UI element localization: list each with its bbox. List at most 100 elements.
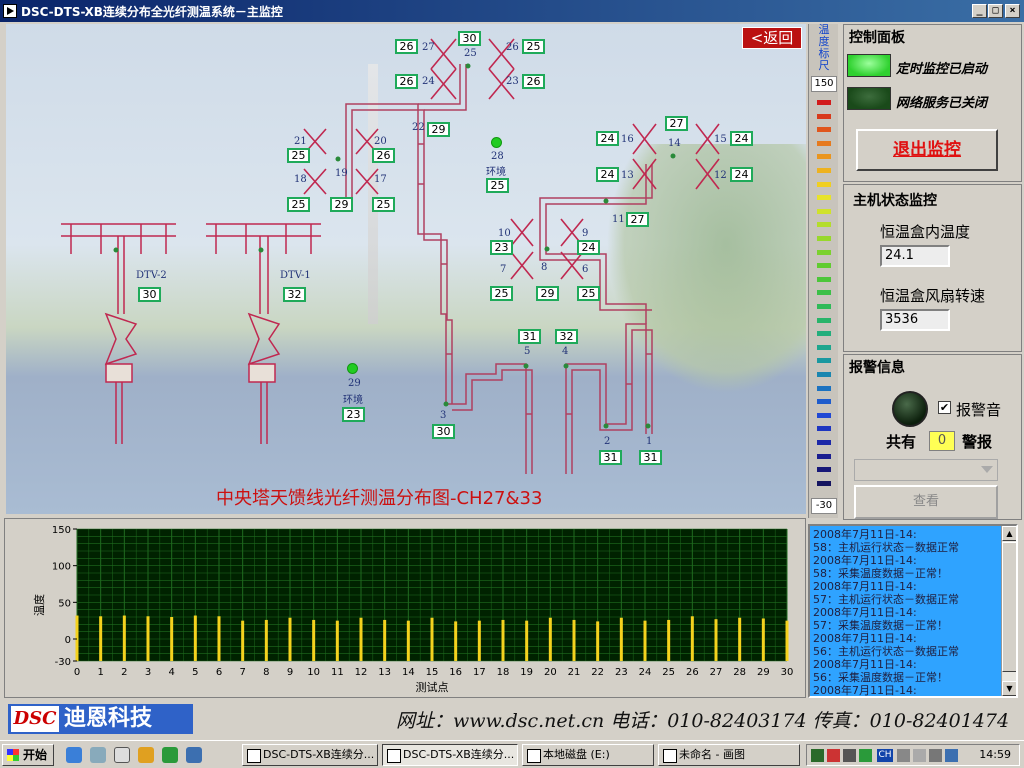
sensor-8-value[interactable]: 29	[536, 286, 559, 301]
node-label-19: 19	[335, 168, 348, 179]
sensor-5-value[interactable]: 31	[518, 329, 541, 344]
app-icon	[3, 4, 17, 18]
chart-bar	[572, 619, 576, 661]
env-label-29: 环境	[343, 395, 363, 406]
scale-color-2	[817, 127, 831, 133]
outlook-icon[interactable]	[90, 747, 106, 763]
chart-bar	[312, 619, 316, 661]
sensor-19-value[interactable]: 29	[330, 197, 353, 212]
desktop-icon[interactable]	[114, 747, 130, 763]
alarm-sound-checkbox[interactable]: ✔	[938, 401, 951, 414]
chart-x-tick-label: 23	[615, 667, 628, 678]
node-label-21: 21	[294, 136, 307, 147]
node-label-20: 20	[374, 136, 387, 147]
security-shortcut-icon[interactable]	[186, 747, 202, 763]
start-button[interactable]: 开始	[2, 744, 54, 766]
task-dts-1[interactable]: DSC-DTS-XB连续分...	[242, 744, 378, 766]
app-shortcut-icon[interactable]	[138, 747, 154, 763]
event-log[interactable]: 2008年7月11日-14: 58：主机运行状态－数据正常 2008年7月11日-1…	[808, 524, 1018, 698]
chart-y-tick-label: 100	[52, 562, 71, 573]
tray-monitor-icon[interactable]	[929, 749, 942, 762]
sensor-3-value[interactable]: 30	[432, 424, 455, 439]
tray-network-icon[interactable]	[811, 749, 824, 762]
chart-x-tick-label: 8	[263, 667, 269, 678]
sensor-9-value[interactable]: 24	[577, 240, 600, 255]
sensor-16-value[interactable]: 24	[596, 131, 619, 146]
scale-color-6	[817, 181, 831, 187]
ie-icon[interactable]	[66, 747, 82, 763]
close-button[interactable]: ×	[1005, 4, 1020, 18]
sensor-23-value[interactable]: 26	[522, 74, 545, 89]
sensor-27-value[interactable]: 26	[395, 39, 418, 54]
log-line: 58：采集温度数据－正常！	[813, 567, 948, 580]
log-line: 2008年7月11日-14:	[813, 528, 917, 541]
sensor-29-value[interactable]: 23	[342, 407, 365, 422]
sensor-14-value[interactable]: 27	[665, 116, 688, 131]
sensor-7-value[interactable]: 25	[490, 286, 513, 301]
sensor-22-value[interactable]: 29	[427, 122, 450, 137]
sensor-11-value[interactable]: 27	[626, 212, 649, 227]
tray-alert-icon[interactable]	[827, 749, 840, 762]
scroll-thumb[interactable]	[1002, 542, 1016, 672]
tray-keyboard-icon[interactable]	[897, 749, 910, 762]
tray-green-icon[interactable]	[859, 749, 872, 762]
chart-bar	[288, 617, 292, 661]
tray-volume-icon[interactable]	[913, 749, 926, 762]
chart-y-label: 温度	[32, 594, 46, 616]
chart-x-tick-label: 30	[781, 667, 794, 678]
view-alarm-button[interactable]: 查看	[854, 485, 998, 519]
sensor-13-value[interactable]: 24	[596, 167, 619, 182]
scale-color-16	[817, 317, 831, 323]
tray-device-icon[interactable]	[843, 749, 856, 762]
chart-bar	[454, 621, 458, 661]
network-shortcut-icon[interactable]	[162, 747, 178, 763]
node-label-28: 28	[491, 151, 504, 162]
title-bar[interactable]: DSC-DTS-XB连续分布全光纤测温系统－主监控 _ □ ×	[0, 0, 1024, 22]
sensor-6-value[interactable]: 25	[577, 286, 600, 301]
chart-x-tick-label: 29	[757, 667, 770, 678]
node-label-1: 1	[646, 436, 653, 447]
sensor-17-value[interactable]: 25	[372, 197, 395, 212]
sensor-20-value[interactable]: 26	[372, 148, 395, 163]
back-button[interactable]: <返回	[742, 27, 802, 49]
alarm-select[interactable]	[854, 459, 998, 481]
chart-bar	[430, 617, 434, 661]
node-label-3: 3	[440, 410, 447, 421]
chart-x-tick-label: 21	[568, 667, 581, 678]
exit-monitor-button[interactable]: 退出监控	[856, 129, 998, 171]
sensor-2-value[interactable]: 31	[599, 450, 622, 465]
chart-bar	[738, 617, 742, 661]
sensor-26-value[interactable]: 25	[522, 39, 545, 54]
sensor-18-value[interactable]: 25	[287, 197, 310, 212]
scroll-down-icon[interactable]: ▼	[1002, 681, 1016, 696]
task-local-disk[interactable]: 本地磁盘 (E:)	[522, 744, 654, 766]
node-label-14: 14	[668, 138, 681, 149]
task-dts-2[interactable]: DSC-DTS-XB连续分...	[382, 744, 518, 766]
sensor-28-value[interactable]: 25	[486, 178, 509, 193]
task-paint[interactable]: 未命名 - 画图	[658, 744, 800, 766]
minimize-button[interactable]: _	[972, 4, 987, 18]
scroll-up-icon[interactable]: ▲	[1002, 526, 1016, 541]
chart-bar	[525, 620, 529, 661]
sensor-21-value[interactable]: 25	[287, 148, 310, 163]
sensor-4-value[interactable]: 32	[555, 329, 578, 344]
tray-lang-icon[interactable]: CH	[877, 749, 893, 762]
sensor-10-value[interactable]: 23	[490, 240, 513, 255]
alarm-count-suffix: 警报	[962, 433, 993, 451]
tray-shield-icon[interactable]	[945, 749, 958, 762]
fan-speed-label: 恒温盒风扇转速	[880, 287, 986, 305]
log-line: 2008年7月11日-14:	[813, 658, 917, 671]
chart-x-tick-label: 7	[239, 667, 245, 678]
chart-x-tick-label: 9	[287, 667, 293, 678]
maximize-button[interactable]: □	[988, 4, 1003, 18]
taskbar-clock: 14:59	[979, 748, 1011, 761]
sensor-15-value[interactable]: 24	[730, 131, 753, 146]
sensor-1-value[interactable]: 31	[639, 450, 662, 465]
sensor-dtv1-value[interactable]: 32	[283, 287, 306, 302]
chart-bar	[170, 617, 174, 661]
sensor-24-value[interactable]: 26	[395, 74, 418, 89]
sensor-25-value[interactable]: 30	[458, 31, 481, 46]
sensor-dtv2-value[interactable]: 30	[138, 287, 161, 302]
sensor-12-value[interactable]: 24	[730, 167, 753, 182]
log-scrollbar[interactable]: ▲ ▼	[1001, 526, 1016, 696]
